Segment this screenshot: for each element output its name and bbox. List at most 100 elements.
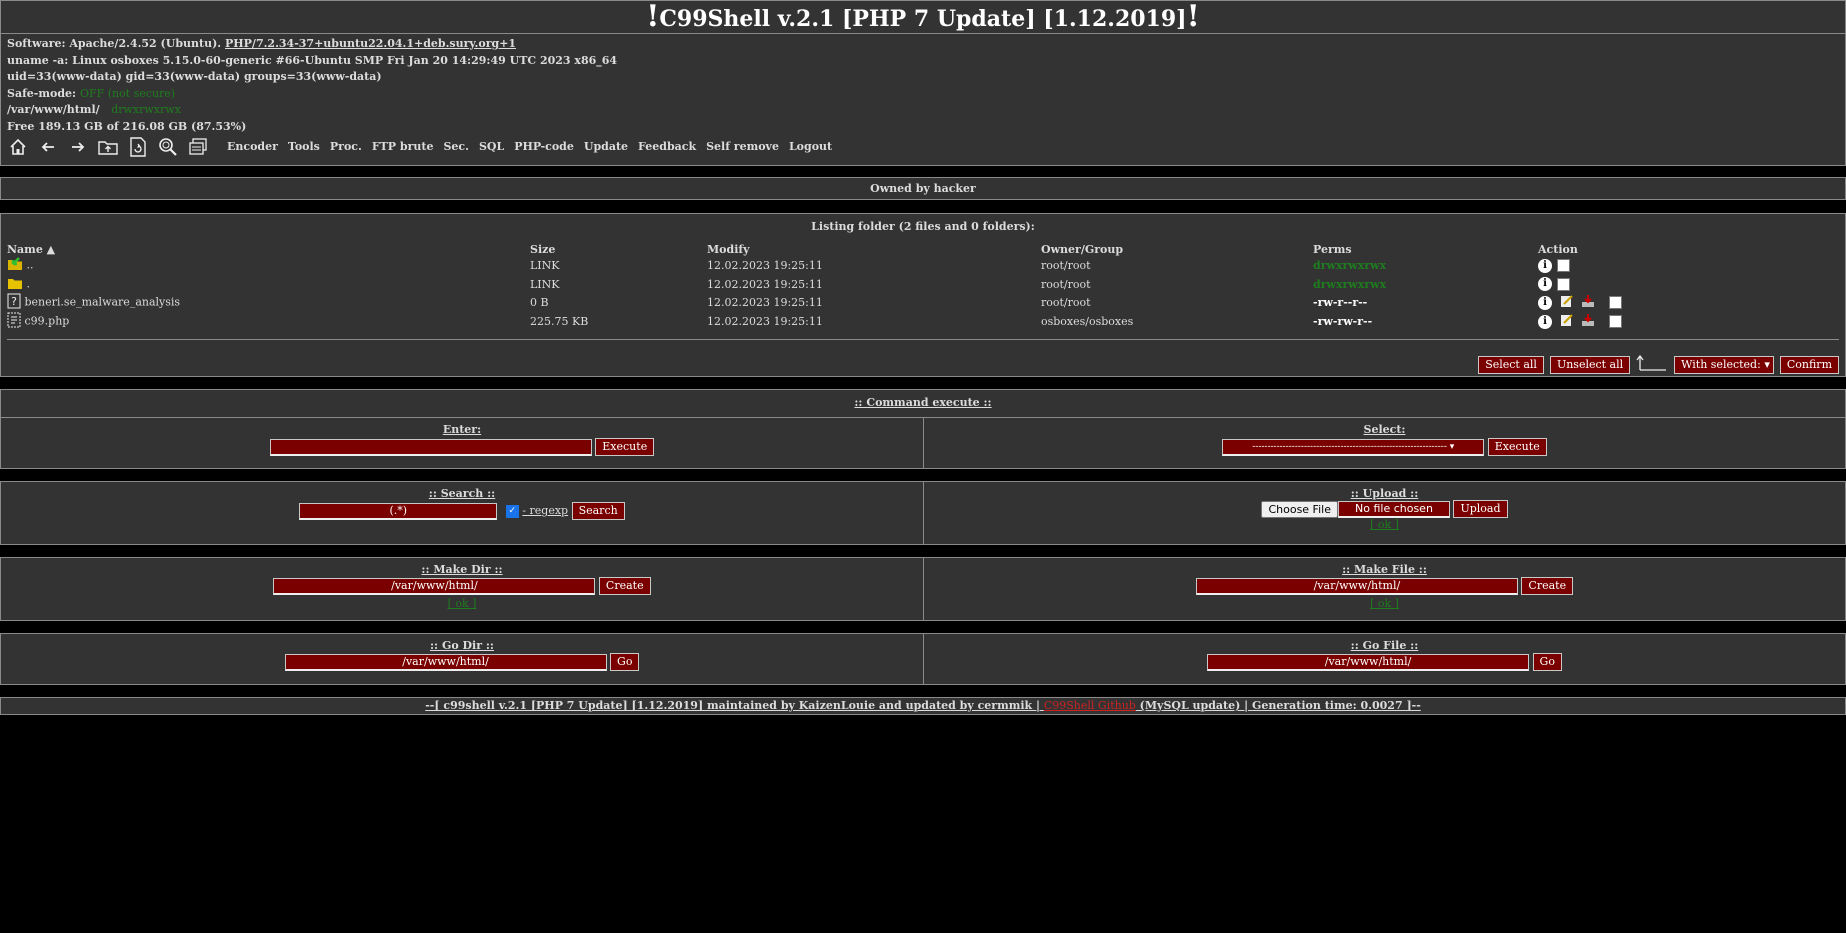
- info-icon[interactable]: i: [1538, 295, 1552, 310]
- go-panel: :: Go Dir :: /var/www/html/ Go :: Go Fil…: [0, 633, 1846, 685]
- file-name-link[interactable]: ..: [27, 259, 34, 272]
- nav-link-logout[interactable]: Logout: [789, 139, 832, 156]
- path-link[interactable]: /var/www/html/: [7, 103, 100, 116]
- make-file-title: :: Make File ::: [1342, 563, 1427, 576]
- upload-button[interactable]: Upload: [1453, 500, 1508, 518]
- php-file-icon[interactable]: [7, 312, 21, 331]
- buffer-icon[interactable]: [187, 137, 209, 157]
- github-link[interactable]: C99Shell Github: [1044, 699, 1136, 712]
- make-file-ok-link[interactable]: [ ok ]: [924, 597, 1845, 610]
- file-name-link[interactable]: c99.php: [25, 315, 70, 328]
- select-all-button[interactable]: Select all: [1478, 355, 1544, 374]
- footer-text-end: (MySQL update) | Generation time: 0.0027…: [1135, 699, 1421, 712]
- command-select-cell: Select: --------------------------------…: [924, 418, 1845, 468]
- confirm-button[interactable]: Confirm: [1779, 355, 1839, 374]
- nav-link-update[interactable]: Update: [584, 139, 628, 156]
- go-dir-button[interactable]: Go: [610, 653, 640, 671]
- info-icon[interactable]: i: [1538, 314, 1552, 329]
- folder-icon[interactable]: [7, 276, 23, 293]
- edit-icon[interactable]: [1560, 294, 1574, 311]
- upload-ok-link[interactable]: [ ok ]: [924, 518, 1845, 531]
- regexp-checkbox[interactable]: ✓: [505, 504, 519, 518]
- nav-link-sql[interactable]: SQL: [479, 139, 504, 156]
- nav-link-proc[interactable]: Proc.: [330, 139, 362, 156]
- execute-select-button[interactable]: Execute: [1487, 438, 1547, 456]
- nav-link-feedback[interactable]: Feedback: [638, 139, 696, 156]
- file-name-link[interactable]: .: [27, 277, 31, 290]
- unselect-all-button[interactable]: Unselect all: [1549, 355, 1631, 374]
- download-icon[interactable]: [1581, 313, 1595, 330]
- make-dir-create-button[interactable]: Create: [598, 577, 651, 595]
- listing-title: Listing folder (2 files and 0 folders):: [811, 220, 1035, 233]
- make-file-input[interactable]: /var/www/html/: [1195, 577, 1518, 595]
- listing-actions: Select all Unselect all With selected: ▾…: [1478, 354, 1839, 375]
- software-line: Software: Apache/2.4.52 (Ubuntu). PHP/7.…: [7, 36, 1839, 53]
- nav-link-sec[interactable]: Sec.: [443, 139, 468, 156]
- search-icon[interactable]: [157, 137, 179, 157]
- make-dir-ok-link[interactable]: [ ok ]: [1, 597, 923, 610]
- file-owner: root/root: [1041, 259, 1091, 272]
- command-enter-cell: Enter: Execute: [1, 418, 924, 468]
- command-input[interactable]: [269, 438, 592, 456]
- file-size: 225.75 KB: [530, 315, 589, 328]
- col-modify[interactable]: Modify: [707, 242, 1041, 256]
- command-panel: :: Command execute :: Enter: Execute Sel…: [0, 389, 1846, 469]
- row-checkbox[interactable]: [1557, 277, 1570, 291]
- table-row: .. LINK 12.02.2023 19:25:11 root/root dr…: [7, 256, 1845, 275]
- file-perms[interactable]: -rw-rw-r--: [1313, 312, 1538, 331]
- execute-button[interactable]: Execute: [595, 438, 655, 456]
- unknown-file-icon[interactable]: ?: [7, 293, 21, 312]
- home-icon[interactable]: [7, 137, 29, 157]
- nav-link-php-code[interactable]: PHP-code: [514, 139, 574, 156]
- nav-link-ftp-brute[interactable]: FTP brute: [372, 139, 434, 156]
- back-icon[interactable]: [37, 137, 59, 157]
- file-owner: osboxes/osboxes: [1041, 315, 1134, 328]
- file-perms[interactable]: drwxrwxrwx: [1313, 275, 1538, 293]
- file-name-link[interactable]: beneri.se_malware_analysis: [25, 296, 181, 309]
- col-size[interactable]: Size: [530, 242, 707, 256]
- edit-icon[interactable]: [1560, 313, 1574, 330]
- uid-line: uid=33(www-data) gid=33(www-data) groups…: [7, 70, 382, 83]
- col-owner[interactable]: Owner/Group: [1041, 242, 1313, 256]
- col-name[interactable]: Name ▲: [7, 242, 530, 256]
- server-info: Software: Apache/2.4.52 (Ubuntu). PHP/7.…: [1, 34, 1845, 158]
- make-dir-input[interactable]: /var/www/html/: [273, 577, 596, 595]
- title-text: C99Shell v.2.1 [PHP 7 Update] [1.12.2019…: [659, 6, 1187, 32]
- choose-file-button[interactable]: Choose File: [1261, 500, 1338, 518]
- file-table-header: Name ▲ Size Modify Owner/Group Perms Act…: [7, 242, 1845, 256]
- free-space-line: Free 189.13 GB of 216.08 GB (87.53%): [7, 119, 247, 133]
- php-version-link[interactable]: PHP/7.2.34-37+ubuntu22.04.1+deb.sury.org…: [225, 37, 516, 50]
- safemode-label: Safe-mode:: [7, 86, 80, 100]
- chevron-down-icon: ▾: [1764, 357, 1770, 371]
- make-file-create-button[interactable]: Create: [1521, 577, 1574, 595]
- search-input[interactable]: (.*): [299, 502, 498, 520]
- row-checkbox[interactable]: [1557, 259, 1570, 272]
- col-perms[interactable]: Perms: [1313, 242, 1538, 256]
- parent-folder-icon[interactable]: [7, 256, 23, 275]
- row-checkbox[interactable]: [1608, 296, 1622, 309]
- download-icon[interactable]: [1581, 294, 1595, 311]
- search-button[interactable]: Search: [571, 502, 625, 520]
- up-folder-icon[interactable]: [97, 137, 119, 157]
- go-file-input[interactable]: /var/www/html/: [1207, 653, 1530, 671]
- go-file-button[interactable]: Go: [1532, 653, 1562, 671]
- regexp-label: - regexp: [522, 504, 569, 517]
- row-checkbox[interactable]: [1608, 315, 1622, 328]
- go-dir-input[interactable]: /var/www/html/: [284, 653, 607, 671]
- file-owner: root/root: [1041, 296, 1091, 309]
- nav-link-tools[interactable]: Tools: [288, 139, 320, 156]
- footer-text: --[ c99shell v.2.1 [PHP 7 Update] [1.12.…: [425, 699, 1044, 712]
- upload-cell: :: Upload :: Choose File No file chosen U…: [924, 482, 1845, 544]
- uname-line: uname -a: Linux osboxes 5.15.0-60-generi…: [7, 53, 618, 67]
- file-perms[interactable]: -rw-r--r--: [1313, 293, 1538, 312]
- forward-icon[interactable]: [67, 137, 89, 157]
- info-icon[interactable]: i: [1538, 258, 1552, 273]
- nav-link-encoder[interactable]: Encoder: [227, 139, 278, 156]
- with-selected-select[interactable]: With selected: ▾: [1674, 355, 1774, 374]
- go-file-title: :: Go File ::: [1350, 639, 1419, 652]
- nav-link-self-remove[interactable]: Self remove: [706, 139, 779, 156]
- info-icon[interactable]: i: [1538, 277, 1552, 291]
- refresh-icon[interactable]: [127, 137, 149, 157]
- file-perms[interactable]: drwxrwxrwx: [1313, 256, 1538, 275]
- command-select[interactable]: ----------------------------------------…: [1222, 438, 1485, 456]
